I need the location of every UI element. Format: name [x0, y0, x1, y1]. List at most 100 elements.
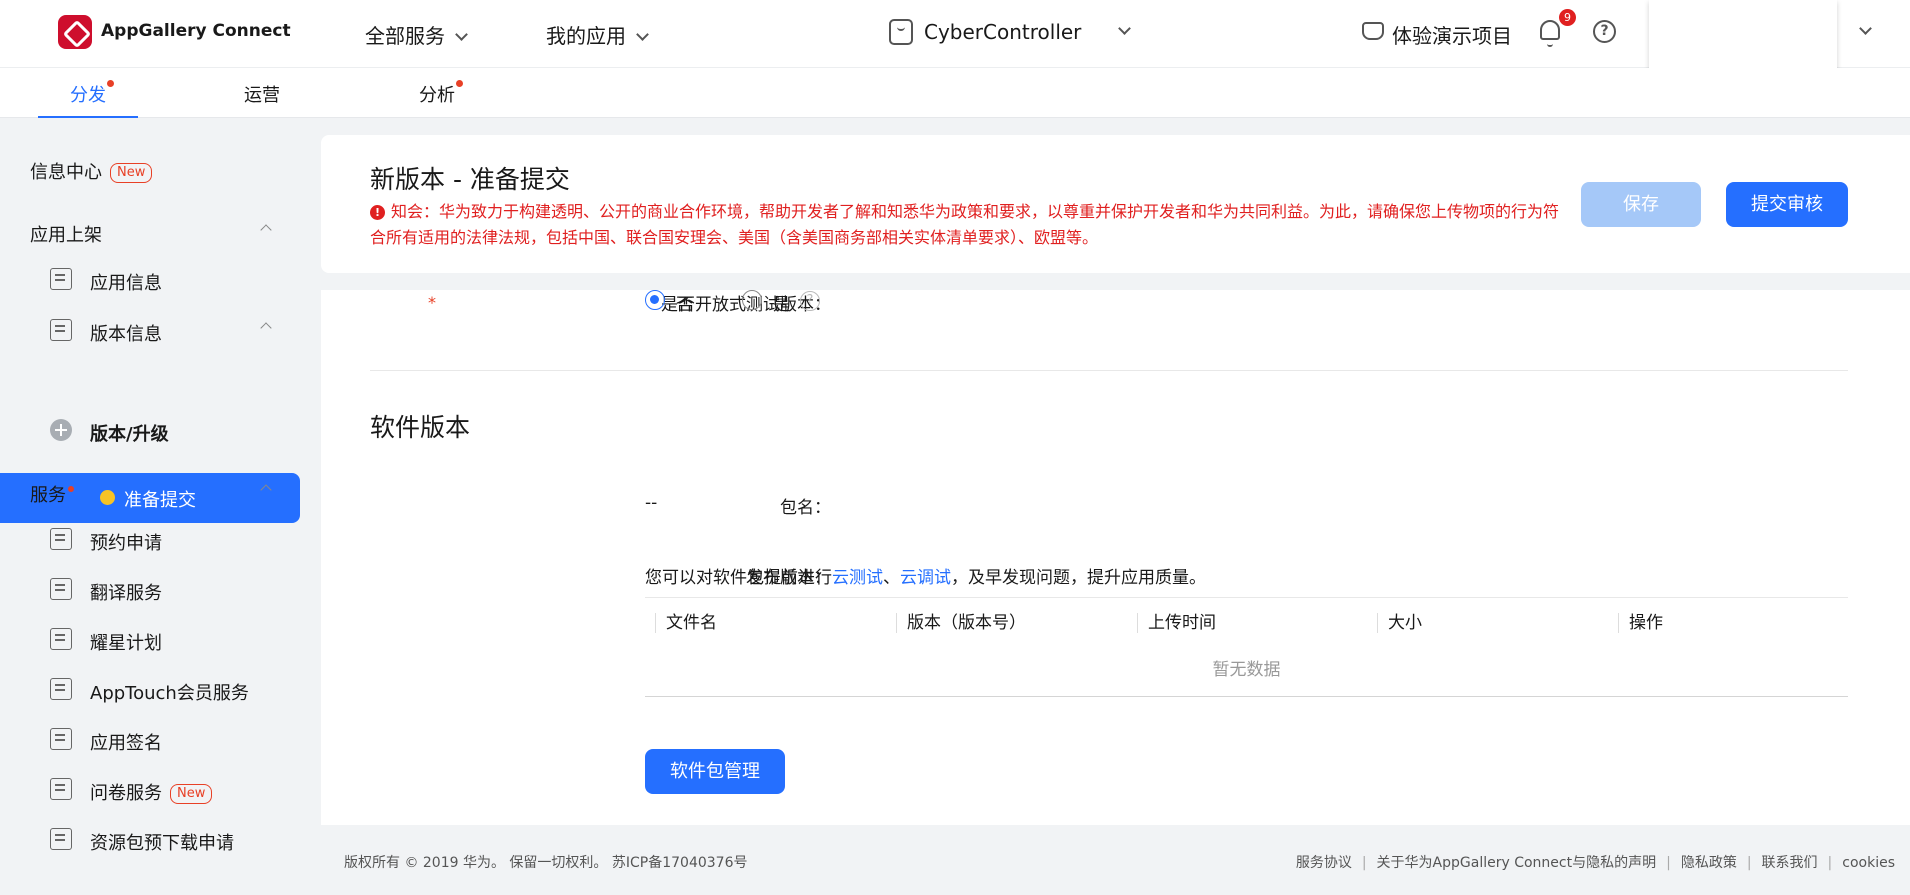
footer-link-terms[interactable]: 服务协议	[1296, 855, 1352, 871]
sidebar-group-services-label: 服务	[30, 485, 66, 506]
sidebar-item-label: 耀星计划	[90, 633, 162, 654]
user-menu-chevron-icon[interactable]	[1859, 22, 1872, 35]
star-badge-icon	[50, 628, 72, 650]
radio-no-label[interactable]: 否	[676, 290, 693, 315]
sidebar-item-label: AppTouch会员服务	[90, 683, 249, 704]
package-table: 文件名 版本（版本号） 上传时间 大小 操作 暂无数据	[645, 597, 1848, 697]
sidebar-item-prepare-submit-label: 准备提交	[124, 490, 196, 511]
footer-links: 服务协议 | 关于华为AppGallery Connect与隐私的声明 | 隐私政策 | 联…	[1296, 852, 1895, 872]
sidebar-item-survey-label: 问卷服务 New	[90, 779, 213, 805]
tab-analytics-label: 分析	[419, 85, 455, 106]
sidebar-item-info-center-label: 信息中心	[30, 162, 102, 183]
footer-link-privacy-policy[interactable]: 隐私政策	[1681, 855, 1737, 871]
table-header: 文件名 版本（版本号） 上传时间 大小 操作	[645, 597, 1848, 649]
notification-dot	[107, 80, 114, 87]
submit-review-button[interactable]: 提交审核	[1726, 182, 1848, 227]
sidebar-item-version-upgrade[interactable]: 版本/升级	[50, 411, 300, 451]
sidebar-item-info-center[interactable]: 信息中心 New	[30, 158, 153, 184]
notification-dot	[68, 486, 74, 492]
nav-all-services[interactable]: 全部服务	[365, 20, 468, 49]
main-content-card: * 是否开放式测试版本： 否 是 ? 软件版本 包名： -- 发布版本： 您可以…	[321, 290, 1910, 825]
sidebar-item-label: 应用签名	[90, 733, 162, 754]
tab-operations[interactable]: 运营	[244, 81, 280, 107]
sidebar-item-app-info[interactable]: 应用信息	[50, 260, 300, 300]
column-header-version: 版本（版本号）	[896, 613, 1026, 633]
sidebar-item-star-plan[interactable]: 耀星计划	[50, 620, 300, 660]
member-icon	[50, 678, 72, 700]
notification-badge: 9	[1559, 9, 1576, 26]
survey-icon	[50, 778, 72, 800]
version-info-icon	[50, 319, 72, 341]
divider: |	[1666, 855, 1671, 871]
footer-copyright: 版权所有 © 2019 华为。 保留一切权利。 苏ICP备17040376号	[344, 855, 748, 871]
cloud-debug-link[interactable]: 云调试	[900, 568, 951, 588]
compliance-notice-text: 知会：华为致力于构建透明、公开的商业合作环境，帮助开发者了解和知悉华为政策和要求…	[370, 202, 1560, 247]
translate-icon	[50, 578, 72, 600]
chevron-down-icon	[636, 28, 649, 41]
sidebar-group-services[interactable]: 服务	[30, 481, 74, 507]
column-header-size: 大小	[1377, 613, 1422, 633]
app-selector-chevron-icon[interactable]	[1118, 22, 1131, 35]
plus-circle-icon	[50, 419, 72, 441]
tab-operations-label: 运营	[244, 85, 280, 106]
release-version-text: 您可以对软件包提前进行云测试、云调试，及早发现问题，提升应用质量。	[645, 563, 1206, 588]
cloud-test-link[interactable]: 云测试	[832, 568, 883, 588]
new-badge: New	[170, 784, 213, 804]
footer-link-contact[interactable]: 联系我们	[1762, 855, 1818, 871]
top-bar: AppGallery Connect 全部服务 我的应用 CyberContro…	[0, 0, 1910, 75]
signature-icon	[50, 728, 72, 750]
radio-yes[interactable]	[742, 290, 762, 310]
save-button[interactable]: 保存	[1581, 182, 1701, 227]
sidebar-item-version-info-label: 版本信息	[90, 324, 162, 345]
chevron-up-icon[interactable]	[260, 224, 272, 236]
nav-my-apps[interactable]: 我的应用	[546, 20, 649, 49]
demo-project-link[interactable]: 体验演示项目	[1392, 20, 1512, 49]
sidebar-item-reservation[interactable]: 预约申请	[50, 520, 300, 560]
question-help-icon[interactable]: ?	[800, 291, 820, 311]
notification-dot	[456, 80, 463, 87]
help-icon[interactable]: ?	[1593, 20, 1616, 43]
section-divider	[370, 370, 1848, 371]
page-title: 新版本 - 准备提交	[370, 165, 570, 194]
bell-icon[interactable]	[1540, 20, 1560, 47]
appgallery-logo-icon[interactable]	[58, 15, 92, 49]
open-test-row: * 是否开放式测试版本： 否 是 ?	[321, 290, 1910, 315]
footer-link-privacy-statement[interactable]: 关于华为AppGallery Connect与隐私的声明	[1377, 855, 1657, 871]
sidebar-item-label: 问卷服务	[90, 783, 162, 804]
app-bag-icon	[889, 19, 913, 45]
sidebar-item-version-upgrade-label: 版本/升级	[90, 424, 169, 445]
sidebar-group-listing[interactable]: 应用上架	[30, 221, 102, 247]
table-empty-state: 暂无数据	[645, 649, 1848, 697]
calendar-doc-icon	[50, 528, 72, 550]
sidebar-item-resource-predownload[interactable]: 资源包预下载申请	[50, 820, 300, 860]
sidebar-item-label: 预约申请	[90, 533, 162, 554]
footer-link-cookies[interactable]: cookies	[1842, 855, 1895, 871]
column-header-filename: 文件名	[655, 613, 717, 633]
tab-analytics[interactable]: 分析	[419, 80, 463, 107]
package-management-button[interactable]: 软件包管理	[645, 749, 785, 794]
radio-no[interactable]	[645, 290, 665, 310]
brand-name[interactable]: AppGallery Connect	[101, 21, 291, 41]
page-header-card: 新版本 - 准备提交 ! 知会：华为致力于构建透明、公开的商业合作环境，帮助开发者…	[321, 135, 1910, 273]
radio-yes-label[interactable]: 是	[773, 290, 790, 315]
new-badge: New	[110, 163, 153, 183]
divider: |	[1746, 855, 1752, 871]
sidebar-item-app-signing[interactable]: 应用签名	[50, 720, 300, 760]
tab-distribution[interactable]: 分发	[70, 80, 114, 107]
alert-icon: !	[370, 205, 385, 220]
app-info-icon	[50, 268, 72, 290]
app-selector[interactable]: CyberController	[924, 20, 1081, 44]
sidebar-item-translation[interactable]: 翻译服务	[50, 570, 300, 610]
sidebar-item-survey[interactable]: 问卷服务 New	[50, 770, 300, 810]
package-icon	[50, 828, 72, 850]
sidebar-item-app-info-label: 应用信息	[90, 273, 162, 294]
user-menu-panel[interactable]	[1649, 0, 1837, 75]
sidebar-item-apptouch-member[interactable]: AppTouch会员服务	[50, 670, 300, 710]
divider: |	[1361, 855, 1367, 871]
divider: |	[1827, 855, 1833, 871]
section-title-software-version: 软件版本	[370, 413, 471, 442]
nav-my-apps-label: 我的应用	[546, 24, 626, 48]
sidebar-item-label: 资源包预下载申请	[90, 833, 234, 854]
tab-distribution-label: 分发	[70, 85, 106, 106]
status-dot-icon	[100, 490, 115, 505]
